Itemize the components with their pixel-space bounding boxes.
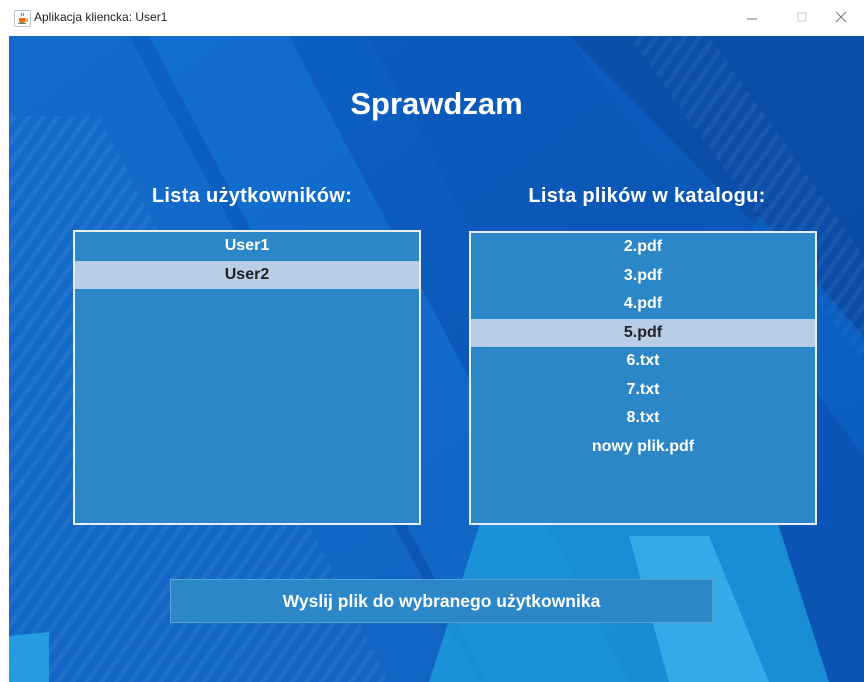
- main-panel: Sprawdzam Lista użytkowników: Lista plik…: [9, 36, 864, 682]
- maximize-icon: [797, 12, 807, 22]
- files-list[interactable]: 2.pdf 3.pdf 4.pdf 5.pdf 6.txt 7.txt 8.tx…: [469, 231, 817, 525]
- send-file-button[interactable]: Wyslij plik do wybranego użytkownika: [170, 579, 713, 623]
- file-list-item[interactable]: 4.pdf: [471, 290, 815, 319]
- close-button[interactable]: [826, 6, 856, 28]
- file-list-item[interactable]: 6.txt: [471, 347, 815, 376]
- file-list-item[interactable]: nowy plik.pdf: [471, 433, 815, 462]
- page-heading: Sprawdzam: [350, 86, 523, 121]
- users-list[interactable]: User1 User2: [73, 230, 421, 525]
- file-list-item[interactable]: 8.txt: [471, 404, 815, 433]
- minimize-button[interactable]: [737, 6, 767, 28]
- minimize-icon: [747, 18, 757, 20]
- user-list-item[interactable]: User1: [75, 232, 419, 261]
- maximize-button[interactable]: [787, 6, 817, 28]
- file-list-item[interactable]: 2.pdf: [471, 233, 815, 262]
- users-list-label: Lista użytkowników:: [151, 185, 353, 207]
- java-cup-icon: [14, 10, 31, 27]
- file-list-item[interactable]: 7.txt: [471, 376, 815, 405]
- file-list-item[interactable]: 3.pdf: [471, 262, 815, 291]
- title-bar: Aplikacja kliencka: User1: [0, 0, 864, 36]
- files-list-label: Lista plików w katalogu:: [528, 185, 766, 207]
- user-list-item-selected[interactable]: User2: [75, 260, 419, 289]
- file-list-item-selected[interactable]: 5.pdf: [471, 318, 815, 347]
- close-icon: [835, 11, 847, 23]
- window-title: Aplikacja kliencka: User1: [34, 10, 168, 24]
